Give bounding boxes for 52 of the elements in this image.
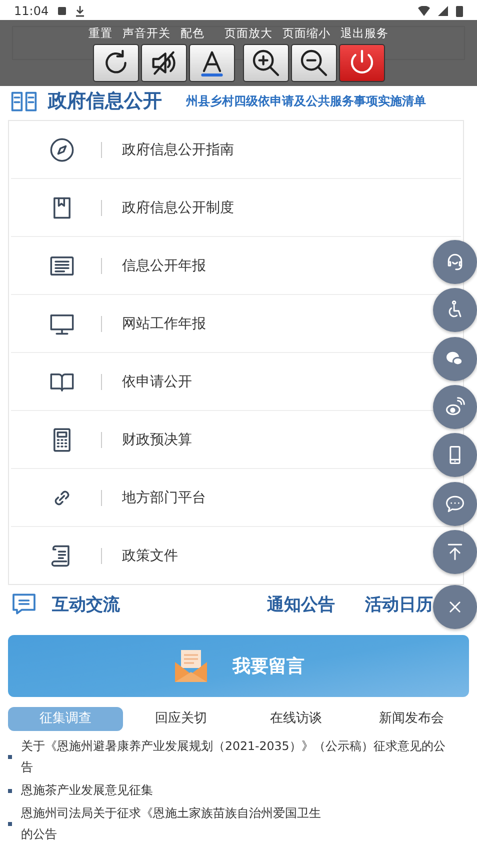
close-button[interactable] — [433, 585, 477, 629]
back-to-top-button[interactable] — [433, 530, 477, 574]
bullet-icon — [8, 788, 12, 792]
menu-link[interactable]: 政府信息公开指南 — [122, 140, 234, 158]
menu-link[interactable]: 依申请公开 — [122, 372, 192, 390]
color-scheme-button[interactable] — [188, 44, 234, 82]
menu-link[interactable]: 地方部门平台 — [122, 488, 206, 506]
download-icon — [74, 6, 85, 16]
menu-link[interactable]: 网站工作年报 — [122, 314, 206, 332]
sound-toggle-button[interactable] — [140, 44, 186, 82]
news-link[interactable]: 关于《恩施州避暑康养产业发展规划（2021-2035）》（公示稿）征求意见的公 告 — [21, 736, 446, 778]
menu-link[interactable]: 财政预决算 — [122, 430, 192, 448]
tab[interactable]: 在线访谈 — [238, 707, 354, 731]
chat-button[interactable] — [433, 482, 477, 526]
chat-bubbles-button[interactable] — [433, 337, 477, 381]
news-link[interactable]: 恩施州司法局关于征求《恩施土家族苗族自治州爱国卫生 的公告 — [21, 803, 321, 845]
service-list-link[interactable]: 州县乡村四级依申请及公共服务事项实施清单 — [186, 92, 426, 110]
zoom-in-button[interactable] — [242, 44, 288, 82]
notification-icon — [56, 6, 67, 16]
section-title: 互动交流 — [52, 594, 120, 616]
toolbar-label: 退出服务 — [340, 26, 388, 40]
wheelchair-button[interactable] — [433, 288, 477, 332]
toolbar-label: 配色 — [180, 26, 204, 40]
section-title: 政府信息公开 — [48, 89, 162, 114]
wifi-icon — [418, 6, 430, 16]
section-tab[interactable]: 通知公告 — [267, 592, 335, 616]
phone-button[interactable] — [433, 433, 477, 477]
menu-link[interactable]: 信息公开年报 — [122, 256, 206, 274]
toolbar-label: 页面缩小 — [282, 26, 330, 40]
tab[interactable]: 回应关切 — [123, 707, 238, 731]
toolbar-label: 重置 — [88, 26, 112, 40]
section-tab[interactable]: 活动日历 — [365, 592, 433, 616]
signal-icon — [438, 6, 448, 16]
toolbar-label: 声音开关 — [122, 26, 170, 40]
menu-link[interactable]: 政策文件 — [122, 546, 178, 564]
weibo-button[interactable] — [433, 385, 477, 429]
exit-button[interactable] — [338, 44, 384, 82]
clock: 11:04 — [14, 4, 49, 18]
envelope-icon — [172, 648, 208, 684]
battery-icon — [456, 5, 463, 17]
reset-button[interactable] — [92, 44, 138, 82]
chat-icon — [444, 493, 466, 515]
tab[interactable]: 新闻发布会 — [354, 707, 469, 731]
bullet-icon — [8, 755, 12, 759]
headset-button[interactable] — [433, 240, 477, 284]
bullet-icon — [8, 822, 12, 826]
toolbar-label: 页面放大 — [224, 26, 272, 40]
weibo-icon — [444, 396, 466, 418]
zoom-out-button[interactable] — [290, 44, 336, 82]
news-link[interactable]: 恩施茶产业发展意见征集 — [21, 780, 153, 801]
compass-icon — [49, 136, 75, 162]
menu-link[interactable]: 政府信息公开制度 — [122, 198, 234, 216]
